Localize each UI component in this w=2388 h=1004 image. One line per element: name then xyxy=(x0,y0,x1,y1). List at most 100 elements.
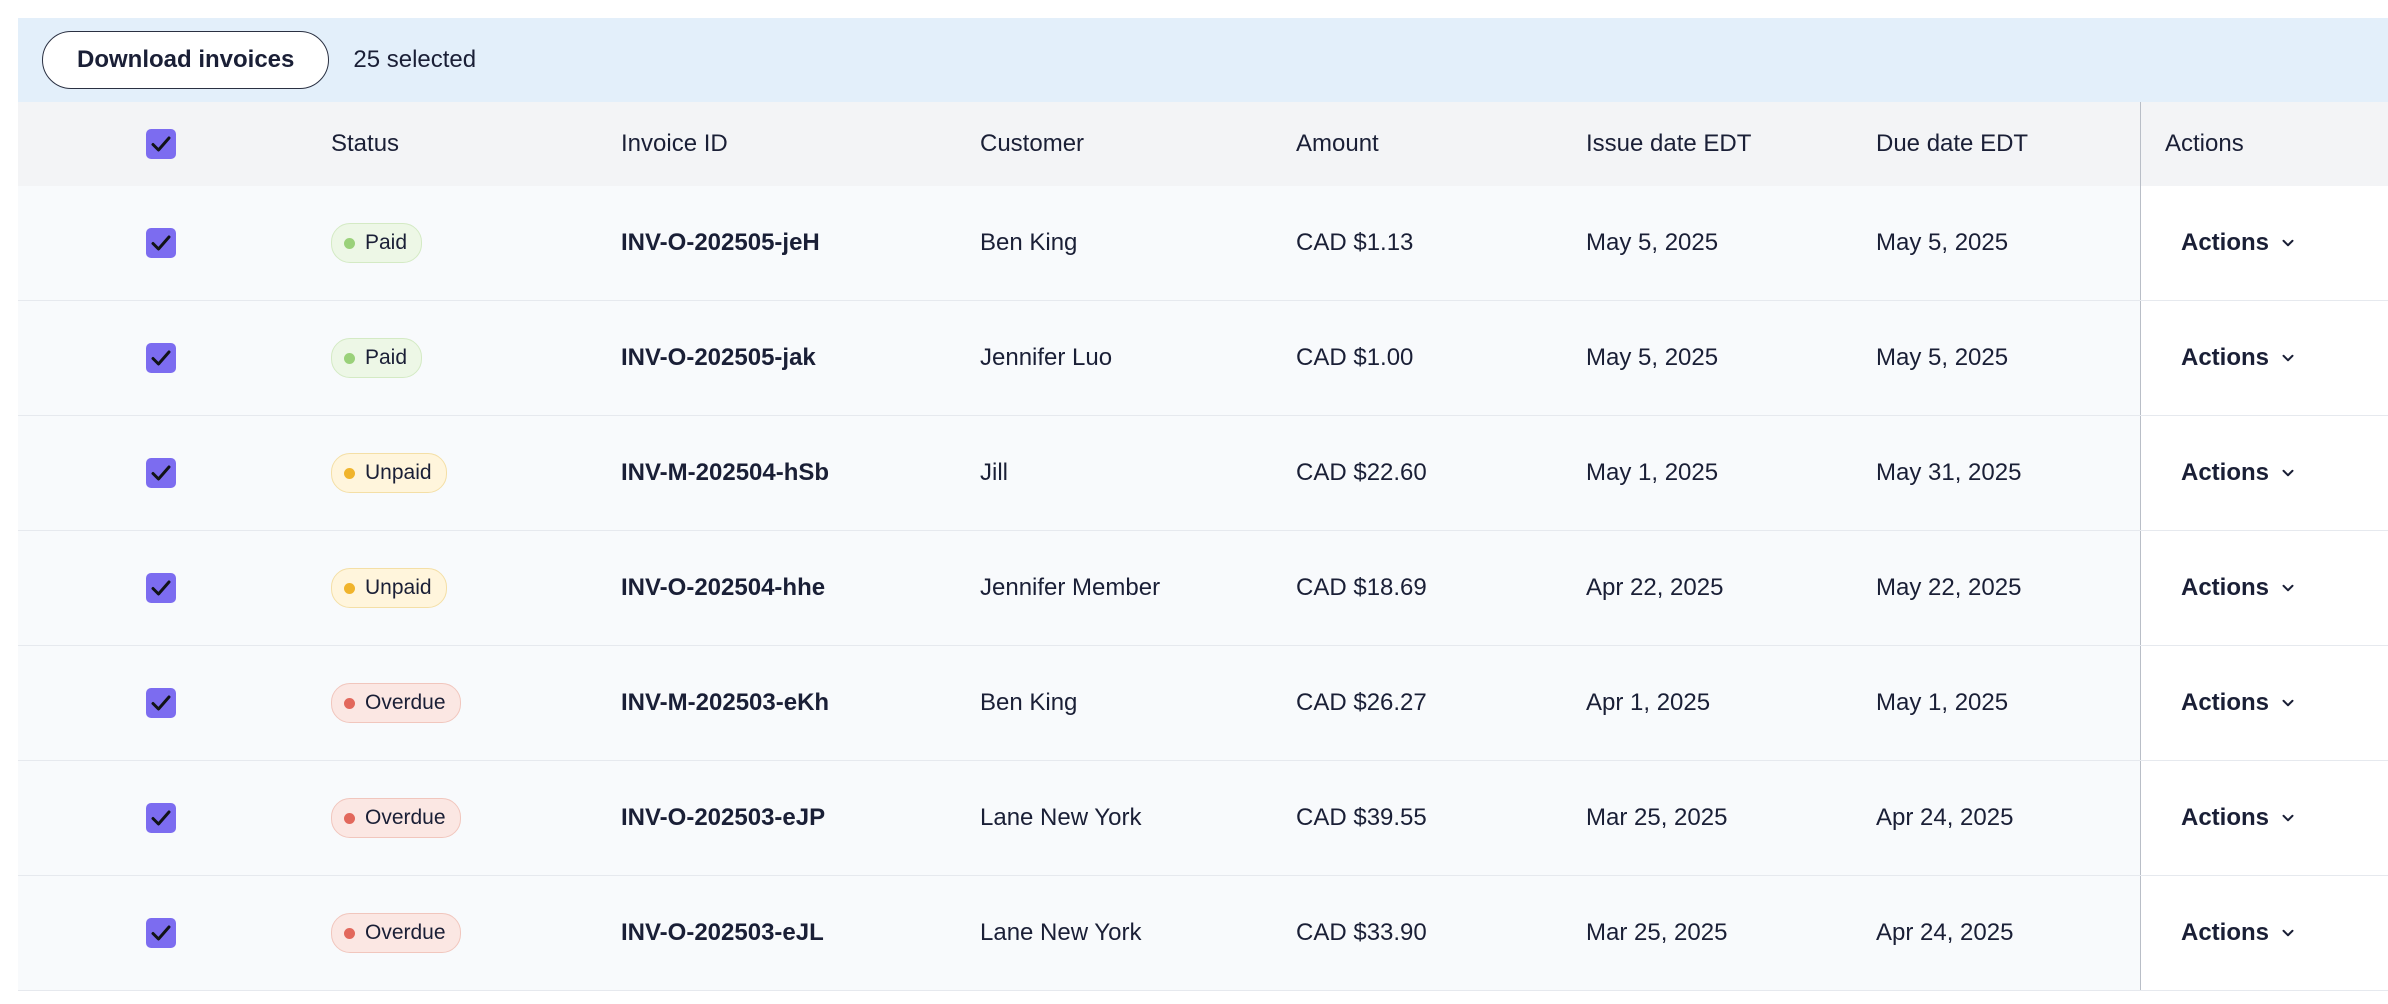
customer-name: Ben King xyxy=(980,229,1078,256)
status-cell: Overdue xyxy=(331,646,461,760)
checkmark-icon xyxy=(151,465,171,481)
table-body: Paid INV-O-202505-jeH Ben King CAD $1.13… xyxy=(18,186,2388,991)
actions-label: Actions xyxy=(2181,344,2270,371)
invoice-id[interactable]: INV-M-202504-hSb xyxy=(621,416,829,530)
due-date: May 5, 2025 xyxy=(1876,344,2009,371)
row-checkbox[interactable] xyxy=(146,458,176,488)
actions-label: Actions xyxy=(2181,229,2270,256)
row-actions-dropdown[interactable]: Actions xyxy=(2181,919,2297,947)
checkmark-icon xyxy=(151,235,171,251)
table-row[interactable]: Unpaid INV-O-202504-hhe Jennifer Member … xyxy=(18,531,2388,646)
actions-cell: Actions xyxy=(2140,301,2388,415)
status-label: Unpaid xyxy=(365,576,432,599)
due-date: May 22, 2025 xyxy=(1876,574,2022,601)
status-badge: Unpaid xyxy=(331,568,447,608)
invoice-id[interactable]: INV-M-202503-eKh xyxy=(621,646,829,760)
status-badge: Overdue xyxy=(331,683,461,723)
status-dot-icon xyxy=(344,237,355,249)
due-date: May 1, 2025 xyxy=(1876,689,2009,716)
download-invoices-button[interactable]: Download invoices xyxy=(42,31,330,89)
chevron-down-icon xyxy=(2282,699,2294,707)
due-date: May 31, 2025 xyxy=(1876,459,2022,486)
invoice-id[interactable]: INV-O-202505-jak xyxy=(621,301,816,415)
status-dot-icon xyxy=(344,582,355,594)
checkmark-icon xyxy=(151,695,171,711)
selected-count: 25 selected xyxy=(353,46,477,73)
invoice-amount: CAD $1.13 xyxy=(1296,229,1414,256)
status-cell: Unpaid xyxy=(331,531,447,645)
row-actions-dropdown[interactable]: Actions xyxy=(2181,229,2297,257)
row-checkbox[interactable] xyxy=(146,573,176,603)
issue-date: May 1, 2025 xyxy=(1586,459,1719,486)
row-actions-dropdown[interactable]: Actions xyxy=(2181,574,2297,602)
status-cell: Overdue xyxy=(331,761,461,875)
row-select-cell xyxy=(146,531,210,645)
issue-date: Apr 1, 2025 xyxy=(1586,689,1711,716)
status-cell: Paid xyxy=(331,301,423,415)
invoice-id[interactable]: INV-O-202504-hhe xyxy=(621,531,825,645)
table-row[interactable]: Unpaid INV-M-202504-hSb Jill CAD $22.60 … xyxy=(18,416,2388,531)
row-actions-dropdown[interactable]: Actions xyxy=(2181,689,2297,717)
due-date: Apr 24, 2025 xyxy=(1876,919,2014,946)
column-header-issue-date[interactable]: Issue date EDT xyxy=(1586,102,1751,186)
row-select-cell xyxy=(146,761,210,875)
status-badge: Paid xyxy=(331,223,423,263)
row-checkbox[interactable] xyxy=(146,688,176,718)
status-badge: Paid xyxy=(331,338,423,378)
status-dot-icon xyxy=(344,352,355,364)
table-row[interactable]: Overdue INV-O-202503-eJL Lane New York C… xyxy=(18,876,2388,991)
row-select-cell xyxy=(146,416,210,530)
chevron-down-icon xyxy=(2282,814,2294,822)
issue-date: May 5, 2025 xyxy=(1586,229,1719,256)
row-checkbox[interactable] xyxy=(146,803,176,833)
status-label: Overdue xyxy=(365,691,446,714)
chevron-down-icon xyxy=(2282,469,2294,477)
table-row[interactable]: Paid INV-O-202505-jeH Ben King CAD $1.13… xyxy=(18,186,2388,301)
column-header-due-date[interactable]: Due date EDT xyxy=(1876,102,2028,186)
customer-name: Ben King xyxy=(980,689,1078,716)
invoice-id[interactable]: INV-O-202503-eJP xyxy=(621,761,825,875)
row-checkbox[interactable] xyxy=(146,918,176,948)
table-row[interactable]: Overdue INV-M-202503-eKh Ben King CAD $2… xyxy=(18,646,2388,761)
table-row[interactable]: Paid INV-O-202505-jak Jennifer Luo CAD $… xyxy=(18,301,2388,416)
invoice-id[interactable]: INV-O-202503-eJL xyxy=(621,876,824,990)
row-checkbox[interactable] xyxy=(146,343,176,373)
issue-date: May 5, 2025 xyxy=(1586,344,1719,371)
row-select-cell xyxy=(146,301,210,415)
status-badge: Overdue xyxy=(331,913,461,953)
select-all-checkbox[interactable] xyxy=(146,129,176,159)
bulk-action-bar: Download invoices 25 selected xyxy=(18,18,2388,102)
row-actions-dropdown[interactable]: Actions xyxy=(2181,344,2297,372)
column-header-amount[interactable]: Amount xyxy=(1296,102,1379,186)
actions-label: Actions xyxy=(2181,689,2270,716)
actions-cell: Actions xyxy=(2140,761,2388,875)
customer-name: Jill xyxy=(980,459,1008,486)
invoice-amount: CAD $18.69 xyxy=(1296,574,1427,601)
due-date: May 5, 2025 xyxy=(1876,229,2009,256)
invoices-table: Status Invoice ID Customer Amount Issue … xyxy=(18,102,2388,991)
row-actions-dropdown[interactable]: Actions xyxy=(2181,459,2297,487)
invoice-id[interactable]: INV-O-202505-jeH xyxy=(621,186,820,300)
issue-date: Mar 25, 2025 xyxy=(1586,919,1728,946)
status-badge: Unpaid xyxy=(331,453,447,493)
status-label: Paid xyxy=(365,231,408,254)
customer-name: Lane New York xyxy=(980,919,1142,946)
actions-label: Actions xyxy=(2181,459,2270,486)
status-dot-icon xyxy=(344,927,355,939)
chevron-down-icon xyxy=(2282,239,2294,247)
checkmark-icon xyxy=(151,350,171,366)
due-date: Apr 24, 2025 xyxy=(1876,804,2014,831)
invoice-amount: CAD $39.55 xyxy=(1296,804,1427,831)
column-header-status[interactable]: Status xyxy=(331,102,399,186)
column-header-invoice-id[interactable]: Invoice ID xyxy=(621,102,728,186)
actions-label: Actions xyxy=(2181,574,2270,601)
checkmark-icon xyxy=(151,925,171,941)
table-row[interactable]: Overdue INV-O-202503-eJP Lane New York C… xyxy=(18,761,2388,876)
status-dot-icon xyxy=(344,812,355,824)
invoice-amount: CAD $26.27 xyxy=(1296,689,1427,716)
row-actions-dropdown[interactable]: Actions xyxy=(2181,804,2297,832)
actions-label: Actions xyxy=(2181,919,2270,946)
row-checkbox[interactable] xyxy=(146,228,176,258)
status-dot-icon xyxy=(344,697,355,709)
column-header-customer[interactable]: Customer xyxy=(980,102,1084,186)
